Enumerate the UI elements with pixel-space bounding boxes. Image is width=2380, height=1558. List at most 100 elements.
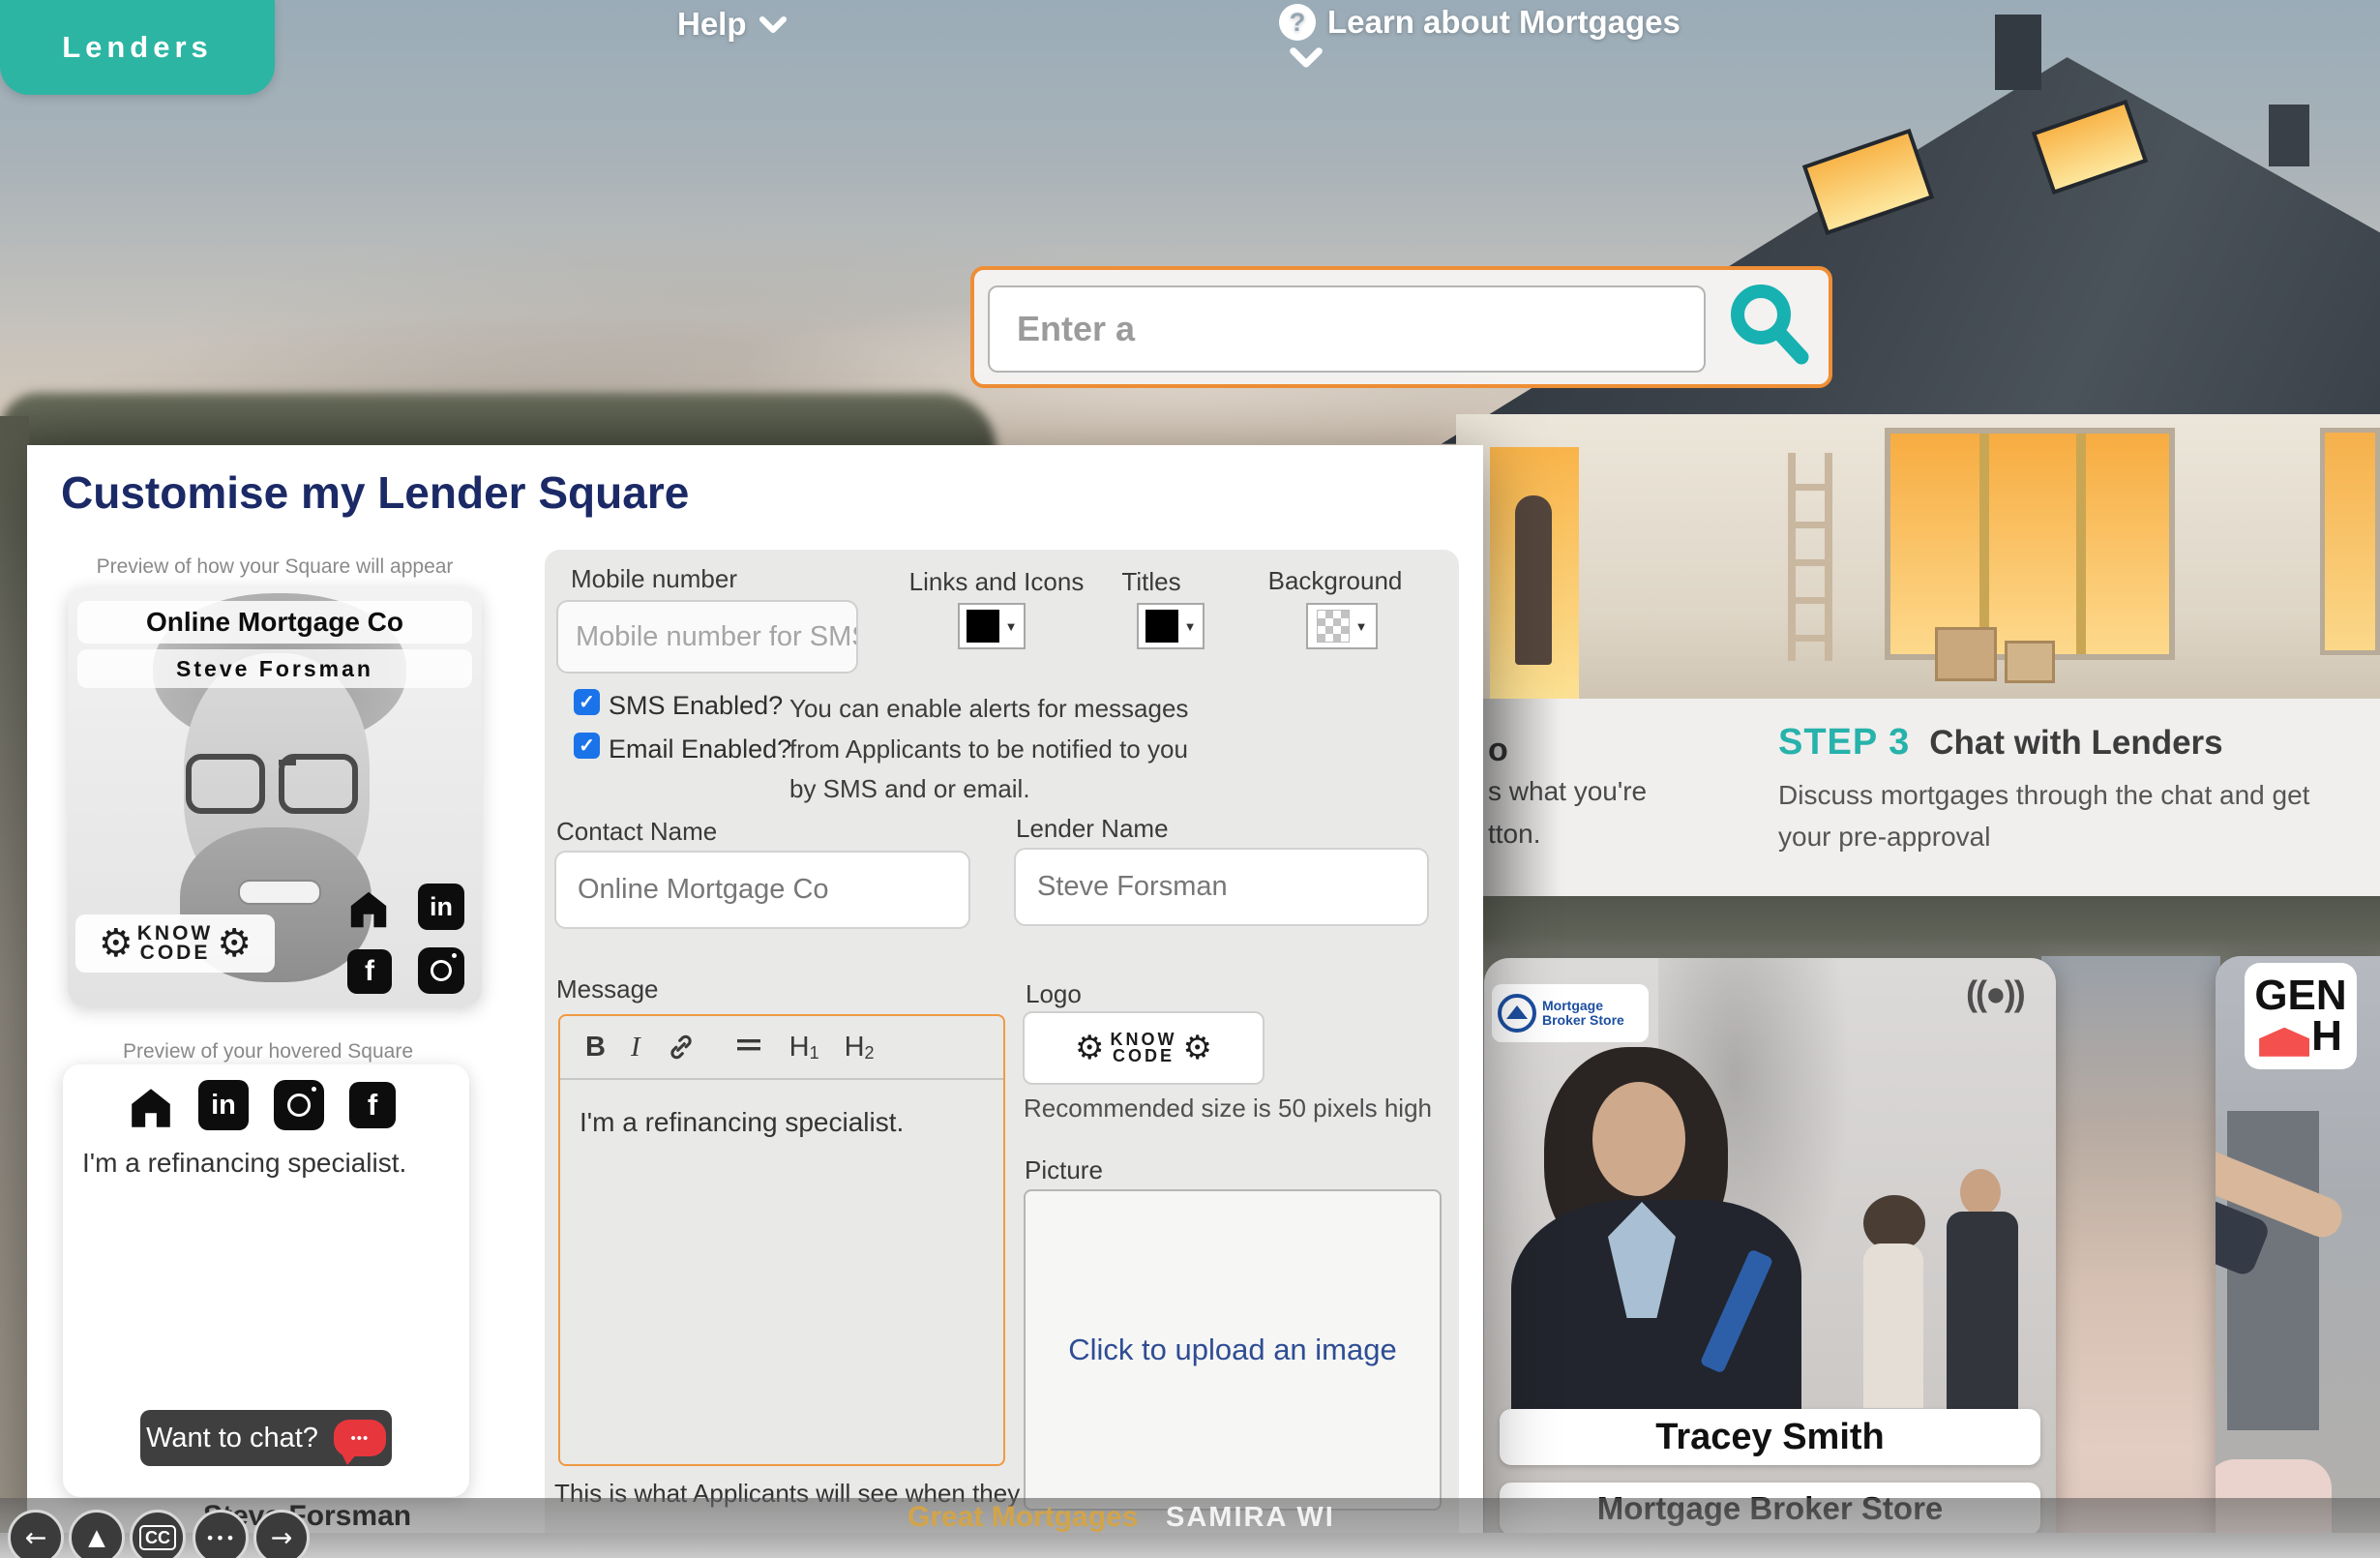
search-input[interactable]	[988, 285, 1706, 373]
titles-color-picker[interactable]: ▼	[1137, 603, 1205, 649]
logo-size-hint: Recommended size is 50 pixels high	[1024, 1094, 1432, 1124]
player-forward-button[interactable]: →	[253, 1510, 310, 1558]
learn-label: Learn about Mortgages	[1327, 4, 1681, 41]
instagram-icon[interactable]	[418, 947, 464, 994]
contact-name-input[interactable]	[554, 851, 970, 929]
picture-upload-area[interactable]: Click to upload an image	[1024, 1189, 1442, 1511]
hero-ladder	[1788, 453, 1832, 661]
message-editor: B I	[558, 1014, 1005, 1466]
lenders-tab[interactable]: Lenders	[0, 0, 275, 95]
square-lender-bar: Steve Forsman	[77, 649, 472, 688]
titles-label: Titles	[1093, 567, 1209, 597]
sms-enabled-checkbox[interactable]: ✓	[574, 689, 600, 715]
links-icons-label: Links and Icons	[890, 567, 1103, 597]
lender-name-input[interactable]	[1014, 848, 1429, 926]
caret-down-icon: ▼	[1005, 619, 1018, 634]
step3-label: STEP 3	[1778, 722, 1910, 764]
page: Lenders Help ? Learn about Mortgages o s…	[0, 0, 2380, 1558]
window-mullion	[2076, 434, 2086, 654]
chat-dots: •••	[351, 1430, 370, 1447]
modal-shadow	[1483, 699, 1561, 896]
linkedin-icon[interactable]: in	[198, 1080, 249, 1130]
broker-logo-text: Mortgage Broker Store	[1542, 999, 1643, 1029]
picture-label: Picture	[1025, 1155, 1103, 1185]
background-photo	[2041, 956, 2220, 1558]
help-menu[interactable]: Help	[677, 6, 788, 43]
color-swatch-transparent	[1317, 610, 1350, 643]
search-bar	[970, 266, 1832, 388]
help-label: Help	[677, 6, 747, 43]
color-swatch-black	[1145, 610, 1178, 643]
gear-icon: ⚙	[217, 924, 252, 963]
step3-title: Chat with Lenders	[1929, 724, 2222, 763]
search-button[interactable]	[1717, 282, 1824, 375]
home-icon[interactable]	[346, 887, 391, 932]
caret-down-icon: ▼	[1184, 619, 1197, 634]
photo-person	[1947, 1212, 2018, 1415]
step3-heading: STEP 3 Chat with Lenders	[1778, 722, 2223, 764]
player-shape-button[interactable]: ▲	[69, 1510, 125, 1558]
gear-icon: ⚙	[1183, 1032, 1212, 1064]
hero-moving-box	[2005, 641, 2055, 683]
learn-about-mortgages-menu[interactable]: ? Learn about Mortgages	[1279, 4, 1681, 41]
lender-name-bar: Tracey Smith	[1500, 1409, 2040, 1465]
window-mullion	[1979, 434, 1989, 654]
want-to-chat-button[interactable]: Want to chat? •••	[140, 1410, 392, 1466]
hero-chimney	[1995, 15, 2041, 90]
player-more-button[interactable]: •••	[193, 1510, 249, 1558]
home-icon[interactable]	[127, 1084, 175, 1132]
bold-button[interactable]: B	[585, 1032, 606, 1064]
chevron-down-icon	[759, 6, 788, 43]
align-icon[interactable]	[735, 1034, 764, 1060]
upload-link[interactable]: Click to upload an image	[1068, 1333, 1396, 1367]
lender-square-form: Mobile number Links and Icons ▼ Titles ▼…	[545, 550, 1459, 1548]
lender-square-tracey-smith[interactable]: Mortgage Broker Store ((●)) Tracey Smith…	[1484, 958, 2056, 1558]
mobile-number-input[interactable]	[556, 600, 858, 674]
broadcast-icon[interactable]: ((●))	[1966, 974, 2024, 1014]
hero-lit-window	[1885, 428, 2175, 660]
heading1-button[interactable]: H1	[789, 1032, 819, 1064]
know-code-text: CODE	[1113, 1048, 1175, 1064]
facebook-icon[interactable]: f	[347, 949, 392, 994]
chat-bubble-icon: •••	[334, 1420, 386, 1456]
know-code-logo: ⚙ KNOW CODE ⚙	[75, 914, 275, 973]
logo-upload-preview[interactable]: ⚙ KNOW CODE ⚙	[1023, 1011, 1264, 1085]
video-progress-bar[interactable]	[0, 1533, 2380, 1558]
link-icon[interactable]	[666, 1032, 697, 1063]
mortgage-broker-store-logo: Mortgage Broker Store	[1492, 984, 1649, 1042]
broker-house-icon	[1498, 994, 1536, 1033]
logo-label: Logo	[1026, 979, 1082, 1009]
modal-title: Customise my Lender Square	[61, 466, 689, 519]
caret-down-icon: ▼	[1355, 619, 1368, 634]
photo-tracey	[1592, 1082, 1685, 1196]
chevron-down-icon[interactable]	[1289, 46, 1324, 75]
square-company-bar: Online Mortgage Co	[77, 601, 472, 644]
links-icons-color-picker[interactable]: ▼	[958, 603, 1026, 649]
message-input[interactable]: I'm a refinancing specialist.	[560, 1082, 1003, 1466]
lender-square-gen-h[interactable]: GEN H	[2216, 956, 2380, 1558]
background-color-picker[interactable]: ▼	[1306, 603, 1378, 649]
want-to-chat-label: Want to chat?	[146, 1423, 318, 1454]
gen-h-logo-text: GEN	[2254, 975, 2346, 1016]
hero-left-edge	[0, 416, 29, 1558]
italic-button[interactable]: I	[631, 1032, 640, 1064]
photo-man	[238, 880, 321, 905]
gear-icon: ⚙	[99, 924, 134, 963]
heading2-button[interactable]: H2	[845, 1032, 875, 1064]
player-back-button[interactable]: ←	[8, 1510, 64, 1558]
mobile-number-label: Mobile number	[571, 564, 737, 594]
photo-glasses	[186, 754, 358, 814]
background-label: Background	[1248, 566, 1422, 596]
facebook-icon[interactable]: f	[349, 1082, 396, 1128]
player-captions-button[interactable]: CC	[130, 1510, 186, 1558]
question-icon: ?	[1279, 4, 1316, 41]
linkedin-icon[interactable]: in	[418, 884, 464, 930]
instagram-icon[interactable]	[274, 1080, 324, 1130]
email-enabled-checkbox[interactable]: ✓	[574, 733, 600, 759]
check-icon: ✓	[579, 734, 595, 758]
hero-chimney	[2269, 105, 2309, 166]
hover-preview-card: in f I'm a refinancing specialist. Want …	[63, 1064, 469, 1497]
customise-lender-square-modal: Customise my Lender Square Preview of ho…	[27, 445, 1483, 1558]
lenders-tab-label: Lenders	[62, 30, 213, 65]
hero-person-silhouette	[1515, 495, 1552, 665]
